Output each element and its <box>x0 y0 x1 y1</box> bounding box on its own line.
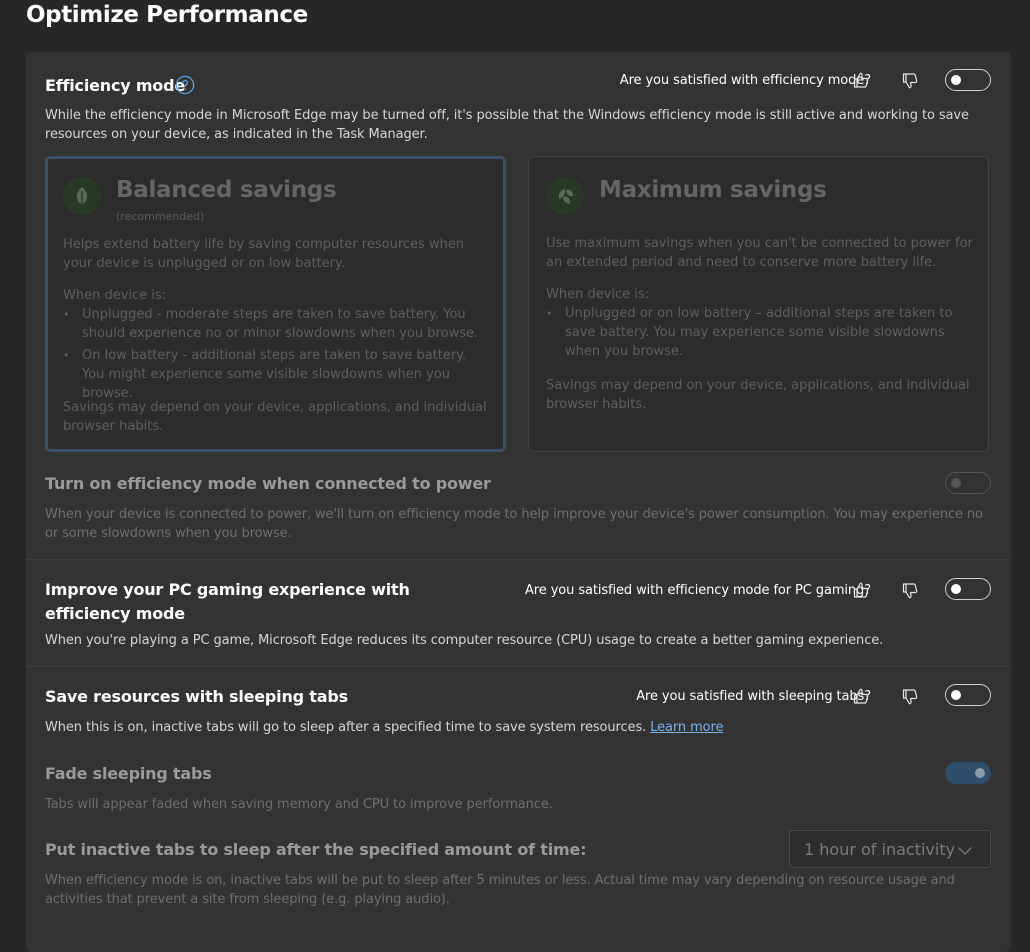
gaming-feedback-prompt: Are you satisfied with efficiency mode f… <box>525 583 871 598</box>
option-when-label: When device is: <box>546 287 650 302</box>
option-tag: (recommended) <box>116 210 205 223</box>
section-divider <box>26 559 1011 560</box>
sleeping-tabs-toggle[interactable] <box>945 684 991 706</box>
sleep-timer-dropdown[interactable]: 1 hour of inactivity <box>789 830 991 868</box>
gaming-title: Improve your PC gaming experience with e… <box>45 580 410 623</box>
sleep-timer-title: Put inactive tabs to sleep after the spe… <box>45 840 587 859</box>
thumbs-down-icon[interactable] <box>900 687 920 707</box>
efficiency-mode-toggle[interactable] <box>945 69 991 91</box>
section-divider <box>26 666 1011 667</box>
dropdown-value: 1 hour of inactivity <box>804 840 956 859</box>
option-footer: Savings may depend on your device, appli… <box>546 378 970 412</box>
option-footer: Savings may depend on your device, appli… <box>63 400 487 434</box>
list-item: Unplugged or on low battery – additional… <box>546 304 974 361</box>
thumbs-up-icon[interactable] <box>851 70 871 90</box>
sleeping-tabs-description: When this is on, inactive tabs will go t… <box>45 718 975 737</box>
sleep-timer-description: When efficiency mode is on, inactive tab… <box>45 873 955 907</box>
efficiency-mode-title: Efficiency mode <box>45 76 186 95</box>
toggle-knob <box>951 584 961 594</box>
connected-power-description: When your device is connected to power, … <box>45 507 983 541</box>
option-when-label: When device is: <box>63 288 167 303</box>
chevron-down-icon <box>957 843 973 857</box>
thumbs-down-icon[interactable] <box>900 581 920 601</box>
gaming-toggle[interactable] <box>945 578 991 600</box>
toggle-knob <box>951 75 961 85</box>
balanced-savings-option[interactable]: Balanced savings (recommended) Helps ext… <box>45 156 506 452</box>
thumbs-up-icon[interactable] <box>851 686 871 706</box>
list-item: On low battery - additional steps are ta… <box>63 346 489 403</box>
sleeping-tabs-description-text: When this is on, inactive tabs will go t… <box>45 720 647 735</box>
thumbs-down-icon[interactable] <box>900 71 920 91</box>
learn-more-link[interactable]: Learn more <box>650 720 723 735</box>
efficiency-mode-description: While the efficiency mode in Microsoft E… <box>45 108 969 142</box>
list-item: Unplugged - moderate steps are taken to … <box>63 305 489 343</box>
sleeping-tabs-title: Save resources with sleeping tabs <box>45 687 348 706</box>
thumbs-up-icon[interactable] <box>851 580 871 600</box>
question-circle-icon[interactable] <box>175 75 195 95</box>
toggle-knob <box>951 478 961 488</box>
option-bullets: Unplugged - moderate steps are taken to … <box>63 305 489 406</box>
option-summary: Helps extend battery life by saving comp… <box>63 237 465 271</box>
fade-tabs-description: Tabs will appear faded when saving memor… <box>45 797 553 812</box>
fade-tabs-toggle[interactable] <box>945 762 991 784</box>
efficiency-feedback-prompt: Are you satisfied with efficiency mode? <box>619 73 871 88</box>
sleeping-tabs-feedback-prompt: Are you satisfied with sleeping tabs? <box>636 689 871 704</box>
performance-card: Efficiency mode Are you satisfied with e… <box>26 52 1011 952</box>
maximum-savings-option[interactable]: Maximum savings Use maximum savings when… <box>528 156 989 452</box>
page-title: Optimize Performance <box>26 2 308 28</box>
option-name: Maximum savings <box>599 177 827 203</box>
fade-tabs-title: Fade sleeping tabs <box>45 764 212 783</box>
option-bullets: Unplugged or on low battery – additional… <box>546 304 974 364</box>
option-name: Balanced savings <box>116 177 337 203</box>
leaf-icon <box>63 177 101 215</box>
gaming-description: When you're playing a PC game, Microsoft… <box>45 633 884 648</box>
leaves-icon <box>546 177 584 215</box>
option-summary: Use maximum savings when you can't be co… <box>546 236 973 270</box>
connected-power-toggle[interactable] <box>945 472 991 494</box>
toggle-knob <box>975 768 985 778</box>
toggle-knob <box>951 690 961 700</box>
connected-power-title: Turn on efficiency mode when connected t… <box>45 474 491 493</box>
